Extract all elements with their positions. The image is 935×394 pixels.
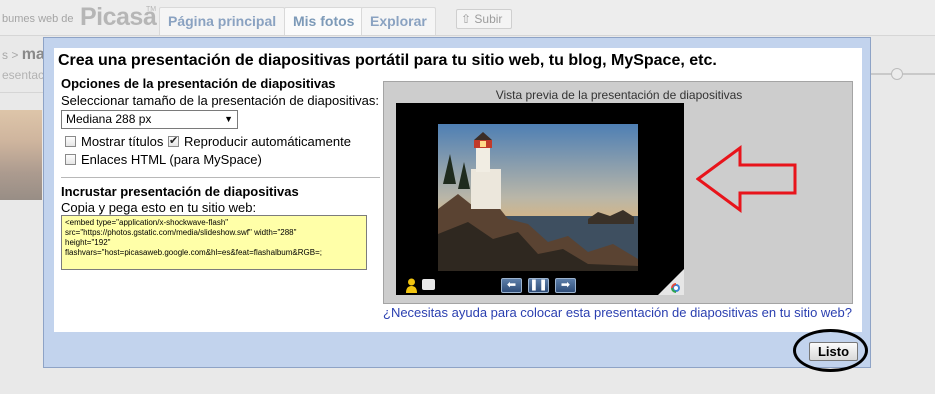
pause-icon[interactable]: ❚❚: [528, 278, 549, 293]
embed-code-line: src="https://photos.gstatic.com/media/sl…: [65, 228, 297, 237]
top-navigation-bar: bumes web de Picasa TM Página principal …: [0, 0, 935, 36]
embed-heading: Incrustar presentación de diapositivas: [61, 184, 299, 199]
embed-code-line: <embed type="application/x-shockwave-fla…: [65, 218, 229, 227]
section-divider: [61, 177, 380, 178]
annotation-circle: [793, 329, 868, 372]
album-thumbnail[interactable]: [0, 110, 42, 200]
dropdown-arrow-icon: ▼: [224, 114, 233, 124]
dialog-title: Crea una presentación de diapositivas po…: [58, 52, 717, 69]
upload-icon: ⇧: [461, 12, 472, 26]
html-links-label: Enlaces HTML (para MySpace): [81, 152, 262, 167]
album-title: ma: [21, 46, 45, 63]
divider: [0, 92, 45, 93]
size-select-value: Mediana 288 px: [66, 112, 152, 126]
annotation-arrow-icon: [696, 145, 797, 213]
embed-code-line: flashvars="host=picasaweb.google.com&hl=…: [65, 248, 322, 257]
show-titles-label: Mostrar títulos: [81, 134, 164, 149]
logo-prefix: bumes web de: [2, 13, 74, 25]
autoplay-label: Reproducir automáticamente: [184, 134, 351, 149]
picasa-logo[interactable]: Picasa: [80, 3, 157, 32]
tab-my-photos[interactable]: Mis fotos: [284, 7, 364, 35]
options-heading: Opciones de la presentación de diapositi…: [61, 76, 336, 91]
breadcrumb: s > ma: [2, 46, 45, 64]
person-icon[interactable]: [406, 278, 417, 293]
size-select[interactable]: Mediana 288 px ▼: [61, 110, 238, 129]
help-link[interactable]: ¿Necesitas ayuda para colocar esta prese…: [383, 305, 852, 320]
show-titles-checkbox[interactable]: [65, 136, 76, 147]
slideshow-player[interactable]: ⬅ ❚❚ ➡: [396, 103, 684, 295]
tab-explore[interactable]: Explorar: [361, 7, 436, 35]
size-label: Seleccionar tamaño de la presentación de…: [61, 93, 379, 108]
logo-trademark: TM: [146, 6, 157, 13]
autoplay-checkbox[interactable]: [168, 134, 179, 147]
comment-icon[interactable]: [422, 279, 435, 290]
zoom-slider-handle[interactable]: [891, 68, 903, 80]
embed-code-line: height="192": [65, 238, 111, 247]
embed-label: Copia y pega esto en tu sitio web:: [61, 200, 257, 215]
right-arrow-icon[interactable]: ➡: [555, 278, 576, 293]
lighthouse-photo: [438, 124, 638, 271]
preview-title: Vista previa de la presentación de diapo…: [495, 88, 743, 102]
embed-code-textarea[interactable]: <embed type="application/x-shockwave-fla…: [61, 215, 367, 270]
breadcrumb-prefix: s >: [2, 48, 19, 62]
left-arrow-icon[interactable]: ⬅: [501, 278, 522, 293]
upload-label: Subir: [474, 12, 503, 26]
picasa-icon[interactable]: [658, 269, 684, 295]
upload-button[interactable]: ⇧ Subir: [456, 9, 512, 29]
tab-home[interactable]: Página principal: [159, 7, 286, 35]
slideshow-photo: [438, 124, 638, 271]
html-links-checkbox[interactable]: [65, 154, 76, 165]
